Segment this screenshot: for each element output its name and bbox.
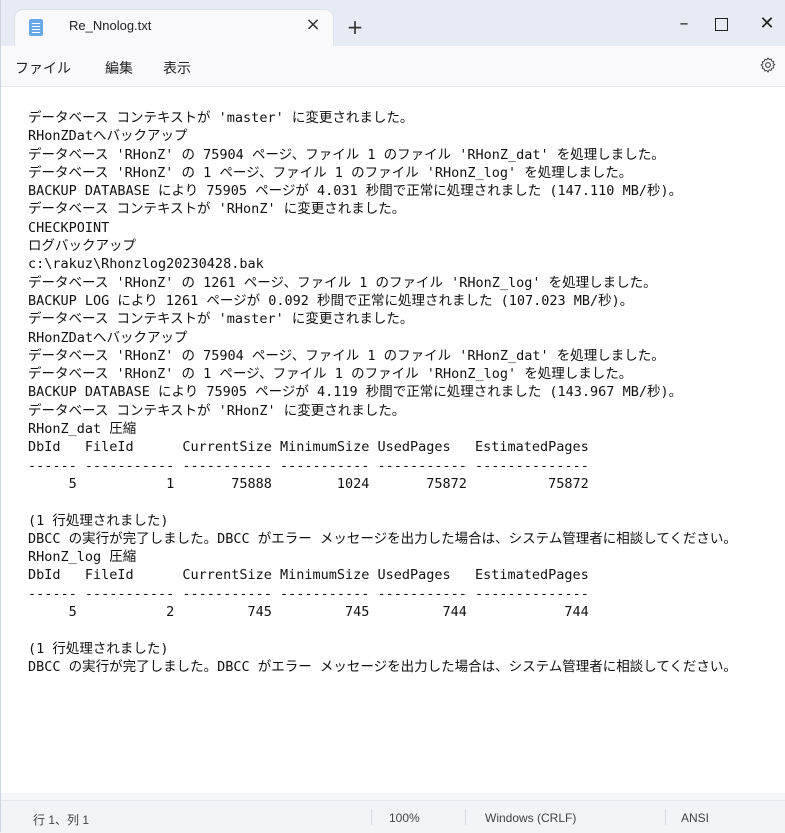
menu-bar: ファイル 編集 表示	[1, 46, 785, 87]
gear-icon[interactable]	[759, 56, 777, 74]
status-divider	[465, 809, 466, 825]
title-bar: Re_Nnolog.txt × + – ✕	[1, 0, 785, 46]
minimize-button[interactable]: –	[669, 12, 699, 36]
document-text[interactable]: データベース コンテキストが 'master' に変更されました。 RHonZD…	[28, 109, 737, 676]
zoom-level[interactable]: 100%	[389, 811, 420, 825]
menu-file[interactable]: ファイル	[15, 58, 71, 78]
status-bar: 行 1、列 1 100% Windows (CRLF) ANSI	[1, 800, 785, 833]
encoding[interactable]: ANSI	[681, 811, 709, 825]
maximize-button[interactable]	[706, 12, 736, 36]
line-ending[interactable]: Windows (CRLF)	[485, 811, 576, 825]
tab-close-button[interactable]: ×	[303, 15, 323, 35]
notepad-icon	[29, 19, 43, 36]
menu-view[interactable]: 表示	[163, 58, 191, 78]
text-editor[interactable]: データベース コンテキストが 'master' に変更されました。 RHonZD…	[1, 87, 785, 793]
maximize-icon	[714, 18, 728, 31]
tab-document[interactable]: Re_Nnolog.txt ×	[15, 10, 333, 46]
new-tab-button[interactable]: +	[344, 16, 366, 38]
status-divider	[371, 809, 372, 825]
tab-title: Re_Nnolog.txt	[69, 18, 152, 33]
menu-edit[interactable]: 編集	[105, 58, 133, 78]
status-divider	[665, 809, 666, 825]
notepad-window: Re_Nnolog.txt × + – ✕ ファイル 編集 表示 データベース …	[0, 0, 785, 833]
close-button[interactable]: ✕	[752, 12, 782, 36]
cursor-position: 行 1、列 1	[33, 813, 90, 827]
